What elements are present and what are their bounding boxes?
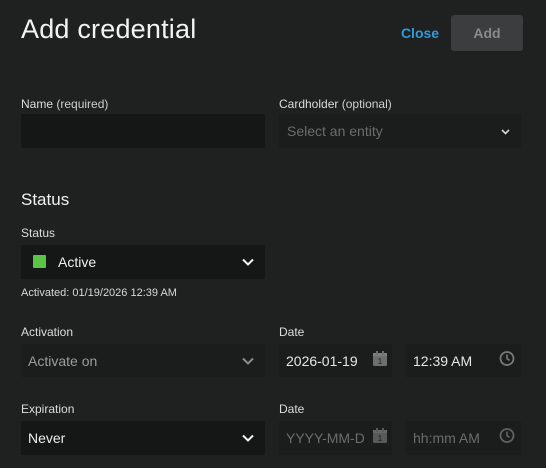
svg-text:1: 1: [378, 434, 383, 443]
name-input[interactable]: [21, 114, 265, 148]
name-label-required: (required): [56, 97, 109, 111]
calendar-icon[interactable]: 1: [372, 427, 388, 449]
cardholder-select[interactable]: Select an entity: [279, 114, 521, 148]
chevron-down-icon: [501, 122, 510, 140]
status-section-title: Status: [21, 190, 70, 209]
activation-date-value: 2026-01-19: [286, 352, 358, 369]
add-credential-dialog: Add credential Close Add Name (required)…: [0, 0, 546, 468]
cardholder-label-optional: (optional): [341, 97, 392, 111]
svg-text:1: 1: [378, 357, 383, 366]
clock-icon[interactable]: [499, 350, 515, 371]
cardholder-label-text: Cardholder: [279, 97, 339, 111]
name-label-text: Name: [21, 97, 54, 111]
status-value: Active: [58, 254, 97, 270]
add-button[interactable]: Add: [451, 15, 523, 51]
cardholder-field-label: Cardholder (optional): [279, 97, 392, 111]
status-field-label: Status: [21, 226, 56, 240]
activation-value: Activate on: [28, 352, 98, 369]
status-color-indicator: [33, 255, 46, 268]
activation-date-label: Date: [279, 325, 305, 339]
expiration-time-input[interactable]: hh:mm AM: [405, 421, 521, 455]
chevron-down-icon: [242, 429, 254, 447]
activated-timestamp: Activated: 01/19/2026 12:39 AM: [21, 287, 177, 299]
dialog-title: Add credential: [21, 14, 197, 44]
expiration-value: Never: [28, 430, 66, 446]
expiration-label: Expiration: [21, 402, 75, 416]
chevron-down-icon: [242, 253, 254, 271]
activation-select[interactable]: Activate on: [21, 344, 265, 377]
activation-date-input[interactable]: 2026-01-19 1: [279, 344, 392, 377]
name-field-label: Name (required): [21, 97, 108, 111]
close-button[interactable]: Close: [399, 22, 441, 44]
calendar-icon[interactable]: 1: [372, 350, 388, 372]
status-select[interactable]: Active: [21, 245, 265, 279]
cardholder-placeholder: Select an entity: [287, 123, 383, 139]
clock-icon[interactable]: [499, 428, 515, 449]
expiration-time-placeholder: hh:mm AM: [413, 430, 480, 446]
chevron-down-icon: [242, 352, 254, 370]
activation-time-input[interactable]: 12:39 AM: [405, 344, 521, 377]
expiration-date-input[interactable]: YYYY-MM-DI 1: [279, 421, 392, 455]
activation-label: Activation: [21, 325, 74, 339]
expiration-date-label: Date: [279, 402, 305, 416]
expiration-select[interactable]: Never: [21, 421, 265, 455]
activation-time-value: 12:39 AM: [413, 352, 473, 369]
expiration-date-placeholder: YYYY-MM-DI: [286, 430, 364, 446]
